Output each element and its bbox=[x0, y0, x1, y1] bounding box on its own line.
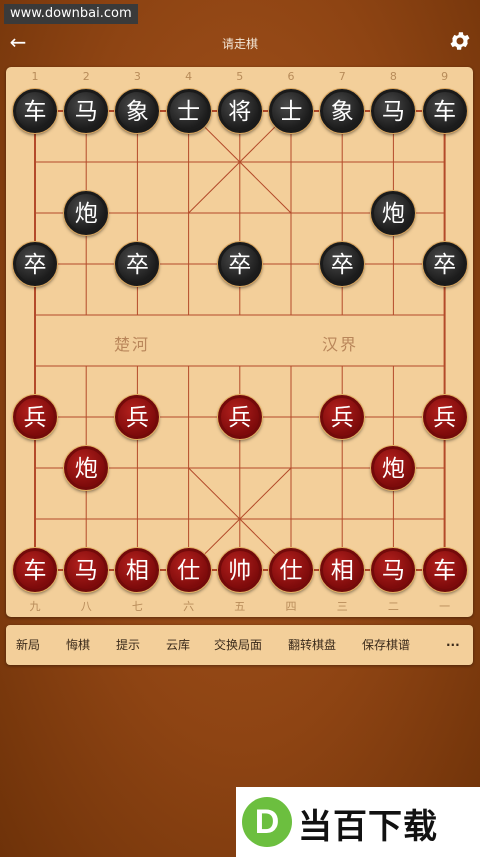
column-number-top: 2 bbox=[82, 70, 90, 83]
river-label-chu-he: 楚河 bbox=[114, 335, 151, 354]
piece-label: 车 bbox=[433, 99, 457, 125]
piece-label: 帅 bbox=[228, 558, 252, 584]
top-bar: ← 请走棋 bbox=[0, 24, 480, 62]
piece-label: 士 bbox=[177, 99, 201, 125]
black-piece-象[interactable]: 象 bbox=[320, 89, 365, 133]
piece-label: 车 bbox=[23, 99, 47, 125]
piece-label: 车 bbox=[23, 558, 47, 584]
piece-label: 车 bbox=[433, 558, 457, 584]
piece-label: 炮 bbox=[74, 201, 98, 227]
black-piece-炮[interactable]: 炮 bbox=[64, 191, 109, 235]
flip-board-button[interactable]: 翻转棋盘 bbox=[288, 625, 336, 665]
chess-board[interactable]: 楚河 汉界 123456789九八七六五四三二一车马象士将士象马车炮炮卒卒卒卒卒… bbox=[6, 67, 473, 617]
column-number-top: 4 bbox=[185, 70, 193, 83]
save-record-button[interactable]: 保存棋谱 bbox=[362, 625, 410, 665]
cloud-library-button[interactable]: 云库 bbox=[166, 625, 190, 665]
piece-label: 炮 bbox=[381, 201, 405, 227]
piece-label: 卒 bbox=[330, 252, 354, 278]
undo-button[interactable]: 悔棋 bbox=[66, 625, 90, 665]
black-piece-卒[interactable]: 卒 bbox=[13, 242, 57, 286]
piece-label: 兵 bbox=[433, 405, 457, 431]
column-number-top: 1 bbox=[31, 70, 39, 83]
gear-icon[interactable] bbox=[448, 29, 472, 53]
hint-button[interactable]: 提示 bbox=[116, 625, 140, 665]
piece-label: 兵 bbox=[23, 405, 47, 431]
river-label-han-jie: 汉界 bbox=[322, 335, 359, 354]
black-piece-将[interactable]: 将 bbox=[217, 89, 262, 133]
column-number-top: 6 bbox=[287, 70, 295, 83]
red-piece-车[interactable]: 车 bbox=[13, 548, 57, 592]
piece-label: 仕 bbox=[177, 558, 201, 584]
bottom-toolbar: 新局 悔棋 提示 云库 交换局面 翻转棋盘 保存棋谱 ··· bbox=[6, 625, 473, 665]
page-title: 请走棋 bbox=[221, 37, 258, 51]
piece-label: 卒 bbox=[23, 252, 47, 278]
column-number-top: 5 bbox=[236, 70, 244, 83]
piece-label: 象 bbox=[330, 99, 354, 125]
swap-position-button[interactable]: 交换局面 bbox=[214, 625, 262, 665]
column-number-bottom: 二 bbox=[387, 600, 399, 613]
column-number-bottom: 三 bbox=[336, 600, 348, 613]
black-piece-士[interactable]: 士 bbox=[166, 89, 211, 133]
column-number-bottom: 七 bbox=[131, 600, 143, 613]
column-number-top: 7 bbox=[338, 70, 346, 83]
black-piece-马[interactable]: 马 bbox=[64, 89, 109, 133]
black-piece-车[interactable]: 车 bbox=[422, 89, 467, 133]
board-grid bbox=[34, 110, 446, 571]
red-piece-兵[interactable]: 兵 bbox=[217, 395, 262, 439]
red-piece-仕[interactable]: 仕 bbox=[166, 548, 211, 592]
piece-label: 士 bbox=[279, 99, 303, 125]
piece-label: 相 bbox=[125, 558, 149, 584]
piece-label: 兵 bbox=[330, 405, 354, 431]
red-piece-兵[interactable]: 兵 bbox=[13, 395, 57, 439]
piece-label: 卒 bbox=[125, 252, 149, 278]
ad-banner[interactable]: D 当百下载 bbox=[236, 787, 480, 857]
black-piece-卒[interactable]: 卒 bbox=[320, 242, 365, 286]
piece-label: 象 bbox=[125, 99, 149, 125]
piece-label: 将 bbox=[228, 99, 252, 125]
red-piece-仕[interactable]: 仕 bbox=[269, 548, 313, 592]
red-piece-车[interactable]: 车 bbox=[422, 548, 467, 592]
piece-label: 卒 bbox=[433, 252, 457, 278]
piece-label: 马 bbox=[74, 99, 98, 125]
ad-text: 当百下载 bbox=[298, 807, 438, 847]
piece-label: 马 bbox=[381, 99, 405, 125]
red-piece-兵[interactable]: 兵 bbox=[320, 395, 365, 439]
red-piece-炮[interactable]: 炮 bbox=[64, 446, 109, 490]
red-piece-相[interactable]: 相 bbox=[320, 548, 365, 592]
column-number-bottom: 四 bbox=[285, 600, 297, 613]
column-number-bottom: 一 bbox=[439, 600, 451, 613]
piece-label: 马 bbox=[381, 558, 405, 584]
more-dots-icon[interactable]: ··· bbox=[446, 625, 460, 665]
column-number-bottom: 六 bbox=[183, 600, 195, 613]
piece-label: 马 bbox=[74, 558, 98, 584]
black-piece-卒[interactable]: 卒 bbox=[422, 242, 467, 286]
watermark: www.downbai.com bbox=[4, 4, 138, 24]
red-piece-兵[interactable]: 兵 bbox=[422, 395, 467, 439]
black-piece-车[interactable]: 车 bbox=[13, 89, 57, 133]
ad-logo-letter: D bbox=[254, 803, 280, 841]
column-number-bottom: 九 bbox=[29, 600, 41, 613]
column-number-top: 8 bbox=[389, 70, 397, 83]
column-number-top: 3 bbox=[133, 70, 141, 83]
piece-label: 仕 bbox=[279, 558, 303, 584]
column-number-bottom: 五 bbox=[234, 600, 246, 613]
piece-label: 相 bbox=[330, 558, 354, 584]
column-number-bottom: 八 bbox=[80, 600, 92, 613]
red-piece-帅[interactable]: 帅 bbox=[217, 548, 262, 592]
red-piece-马[interactable]: 马 bbox=[64, 548, 109, 592]
piece-label: 炮 bbox=[381, 456, 405, 482]
piece-label: 炮 bbox=[74, 456, 98, 482]
piece-label: 卒 bbox=[228, 252, 252, 278]
piece-label: 兵 bbox=[125, 405, 149, 431]
new-game-button[interactable]: 新局 bbox=[16, 625, 40, 665]
black-piece-卒[interactable]: 卒 bbox=[217, 242, 262, 286]
piece-label: 兵 bbox=[228, 405, 252, 431]
column-number-top: 9 bbox=[441, 70, 449, 83]
black-piece-士[interactable]: 士 bbox=[269, 89, 313, 133]
